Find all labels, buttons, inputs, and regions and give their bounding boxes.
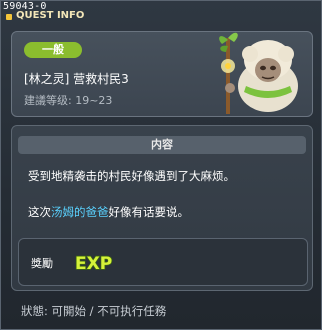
quest-info-window: 59043-0 QUEST INFO 一般 [林之灵] 营救村民3 建議等级: … xyxy=(0,0,322,330)
difficulty-badge: 一般 xyxy=(24,42,82,58)
npc-name-highlight[interactable]: 汤姆的爸爸 xyxy=(51,205,109,219)
quest-content-panel: 内容 受到地精袭击的村民好像遇到了大麻烦。 这次汤姆的爸爸好像有话要说。 獎勵 … xyxy=(11,125,313,291)
npc-fleece-puff xyxy=(242,46,258,62)
npc-hand xyxy=(225,83,235,93)
quest-summary-panel: 一般 [林之灵] 营救村民3 建議等级: 19~23 xyxy=(11,31,313,117)
content-line-1: 受到地精袭击的村民好像遇到了大麻烦。 xyxy=(28,169,235,183)
reward-label: 獎勵 xyxy=(31,257,53,270)
npc-eye xyxy=(260,65,266,71)
quest-title: [林之灵] 营救村民3 xyxy=(24,72,129,86)
content-header: 内容 xyxy=(18,136,306,154)
window-title: QUEST INFO xyxy=(16,10,85,21)
content-line-2: 这次汤姆的爸爸好像有话要说。 xyxy=(28,204,189,220)
reward-box: 獎勵 EXP xyxy=(18,238,308,286)
exp-icon[interactable]: EXP xyxy=(73,249,113,275)
npc-eye xyxy=(270,65,276,71)
exp-icon-text: EXP xyxy=(75,254,112,274)
sheep-villager-with-staff-icon xyxy=(219,32,298,114)
content-line-2-prefix: 这次 xyxy=(28,205,51,219)
title-bullet-icon xyxy=(6,14,12,20)
title-bar[interactable]: QUEST INFO xyxy=(4,10,124,24)
level-requirement: 建議等级: 19~23 xyxy=(24,94,113,107)
content-line-2-suffix: 好像有话要说。 xyxy=(108,205,190,219)
npc-fleece-puff xyxy=(278,46,294,62)
quest-status: 狀態: 可開始 / 不可执行任務 xyxy=(21,304,167,318)
npc-lantern-core xyxy=(225,63,231,69)
